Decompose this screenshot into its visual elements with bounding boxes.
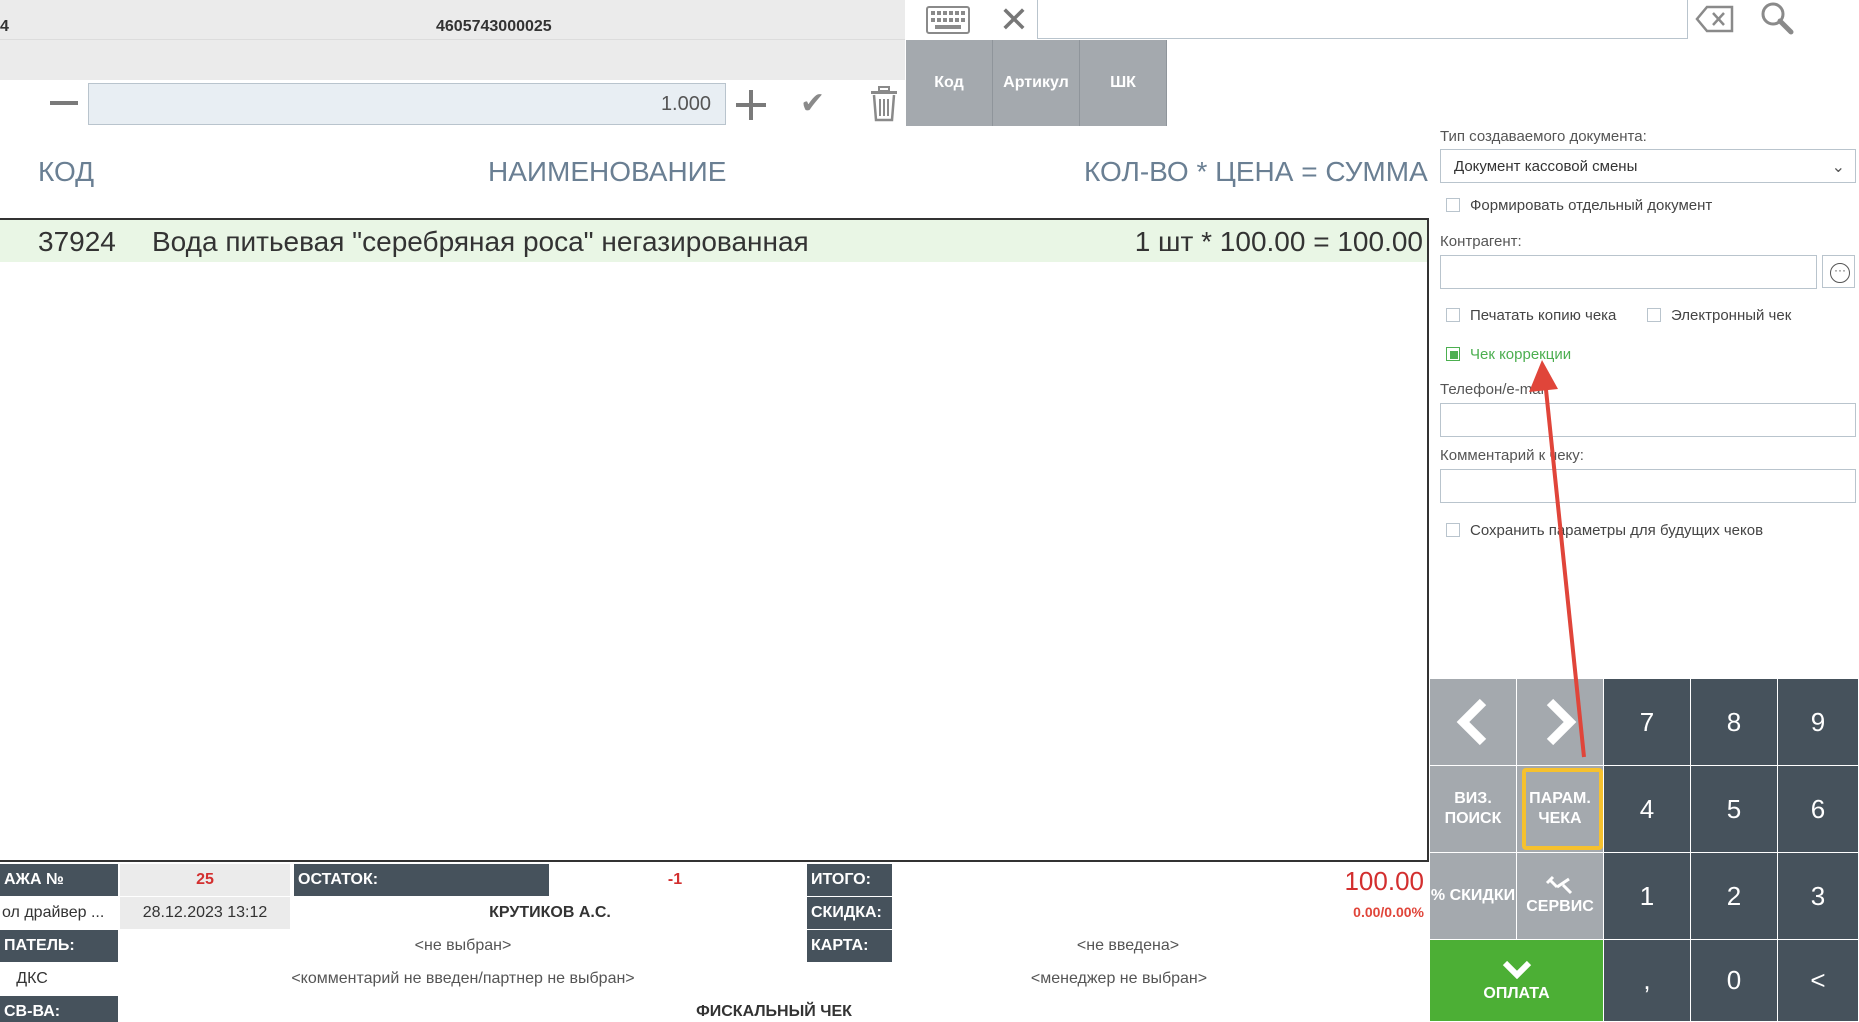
search-icon[interactable] — [1758, 0, 1796, 38]
cashier-name: КРУТИКОВ А.С. — [489, 904, 611, 921]
correction-receipt-checkbox[interactable] — [1446, 347, 1460, 361]
comma-button[interactable]: , — [1604, 940, 1691, 1022]
properties-label: СВ-ВА: — [0, 996, 118, 1022]
counterparty-input[interactable] — [1440, 255, 1817, 289]
print-copy-label: Печатать копию чека — [1470, 307, 1617, 324]
column-header-qty: КОЛ-ВО * ЦЕНА = СУММА — [1084, 156, 1428, 187]
receipt-comment-input[interactable] — [1440, 469, 1856, 503]
digit-6-button[interactable]: 6 — [1778, 766, 1859, 853]
total-label: ИТОГО: — [807, 864, 892, 896]
tab-article[interactable]: Артикул — [993, 40, 1080, 126]
sale-number-label: АЖА № — [0, 864, 118, 896]
column-header-code: КОД — [38, 156, 95, 187]
digit-1-button[interactable]: 1 — [1604, 853, 1691, 940]
discount-value: 0.00/0.00% — [1353, 904, 1424, 920]
dks-label: ДКС — [16, 970, 48, 987]
card-value[interactable]: <не введена> — [1040, 930, 1216, 962]
pay-label: ОПЛАТА — [1483, 984, 1550, 1002]
electronic-receipt-checkbox[interactable] — [1647, 308, 1661, 322]
digit-0-button[interactable]: 0 — [1691, 940, 1778, 1022]
sale-number: 25 — [120, 864, 290, 896]
keypad: 7 8 9 ВИЗ. ПОИСК ПАРАМ. ЧЕКА 4 5 6 % СКИ… — [1430, 679, 1859, 1022]
comment-value[interactable]: <комментарий не введен/партнер не выбран… — [262, 963, 664, 995]
barcode-row[interactable]: 4 4605743000025 — [0, 0, 905, 40]
next-button[interactable] — [1517, 679, 1604, 766]
tab-barcode[interactable]: ШК — [1080, 40, 1167, 126]
minus-icon[interactable] — [50, 96, 80, 110]
phone-email-input[interactable] — [1440, 403, 1856, 437]
save-params-label: Сохранить параметры для будущих чеков — [1470, 522, 1764, 539]
backspace-icon[interactable] — [1695, 4, 1735, 34]
table-row[interactable]: 37924 Вода питьевая "серебряная роса" не… — [0, 220, 1427, 262]
discounts-button[interactable]: % СКИДКИ — [1430, 853, 1517, 940]
chevron-left-icon — [1456, 698, 1487, 746]
discount-label: СКИДКА: — [807, 897, 892, 929]
wrench-icon — [1545, 875, 1573, 895]
doc-type-select[interactable]: Документ кассовой смены ⌄ — [1440, 149, 1856, 183]
total-value: 100.00 — [1344, 866, 1424, 896]
highlight-outline — [1522, 768, 1603, 850]
service-button[interactable]: СЕРВИС — [1517, 853, 1604, 940]
correction-receipt-label: Чек коррекции — [1470, 346, 1572, 363]
remainder-label: ОСТАТОК: — [294, 864, 549, 896]
barcode-row-barcode: 4605743000025 — [436, 18, 552, 35]
phone-label: Телефон/e-mail — [1440, 381, 1548, 398]
counterparty-label: Контрагент: — [1440, 233, 1522, 250]
card-label: КАРТА: — [807, 930, 892, 962]
digit-4-button[interactable]: 4 — [1604, 766, 1691, 853]
barcode-row-empty[interactable] — [0, 40, 905, 80]
plus-icon[interactable] — [736, 90, 766, 120]
datetime: 28.12.2023 13:12 — [120, 897, 290, 929]
pay-button[interactable]: ОПЛАТА — [1430, 940, 1604, 1022]
doc-type-value: Документ кассовой смены — [1454, 158, 1638, 175]
search-mode-tabs: Код Артикул ШК — [906, 40, 1167, 126]
driver-label: ол драйвер ... — [2, 904, 105, 921]
doc-type-label: Тип создаваемого документа: — [1440, 128, 1647, 145]
backspace-button[interactable]: < — [1778, 940, 1859, 1022]
search-input[interactable] — [1037, 0, 1688, 39]
digit-3-button[interactable]: 3 — [1778, 853, 1859, 940]
close-icon[interactable]: ✕ — [996, 2, 1032, 38]
digit-2-button[interactable]: 2 — [1691, 853, 1778, 940]
tab-code[interactable]: Код — [906, 40, 993, 126]
prev-button[interactable] — [1430, 679, 1517, 766]
manager-value[interactable]: <менеджер не выбран> — [1000, 963, 1238, 995]
row-name: Вода питьевая "серебряная роса" негазиро… — [152, 226, 809, 257]
separate-doc-checkbox[interactable] — [1446, 198, 1460, 212]
row-code: 37924 — [38, 226, 116, 257]
column-header-name: НАИМЕНОВАНИЕ — [488, 156, 727, 187]
digit-8-button[interactable]: 8 — [1691, 679, 1778, 766]
visual-search-button[interactable]: ВИЗ. ПОИСК — [1430, 766, 1517, 853]
digit-5-button[interactable]: 5 — [1691, 766, 1778, 853]
digit-9-button[interactable]: 9 — [1778, 679, 1859, 766]
electronic-receipt-label: Электронный чек — [1671, 307, 1792, 324]
row-qty-price-sum: 1 шт * 100.00 = 100.00 — [1134, 226, 1423, 257]
service-label: СЕРВИС — [1526, 898, 1594, 915]
comment-label: Комментарий к чеку: — [1440, 447, 1584, 464]
check-icon[interactable]: ✔ — [800, 88, 832, 120]
print-copy-checkbox[interactable] — [1446, 308, 1460, 322]
save-params-checkbox[interactable] — [1446, 523, 1460, 537]
buyer-value[interactable]: <не выбран> — [330, 930, 596, 962]
chevron-down-icon — [1502, 960, 1531, 979]
receipt-type: ФИСКАЛЬНЫЙ ЧЕК — [696, 1003, 852, 1020]
counterparty-select-button[interactable]: ··· — [1822, 255, 1855, 288]
quantity-input[interactable]: 1.000 — [88, 83, 726, 125]
digit-7-button[interactable]: 7 — [1604, 679, 1691, 766]
chevron-right-icon — [1546, 698, 1577, 746]
barcode-row-code: 4 — [0, 18, 9, 35]
receipt-items-list[interactable] — [0, 218, 1429, 862]
buyer-label: ПАТЕЛЬ: — [0, 930, 118, 962]
separate-doc-label: Формировать отдельный документ — [1470, 197, 1713, 214]
keyboard-icon[interactable] — [926, 6, 970, 34]
trash-icon[interactable] — [868, 86, 900, 122]
remainder-value: -1 — [667, 871, 683, 888]
more-icon: ··· — [1830, 263, 1850, 283]
chevron-down-icon: ⌄ — [1831, 159, 1845, 176]
